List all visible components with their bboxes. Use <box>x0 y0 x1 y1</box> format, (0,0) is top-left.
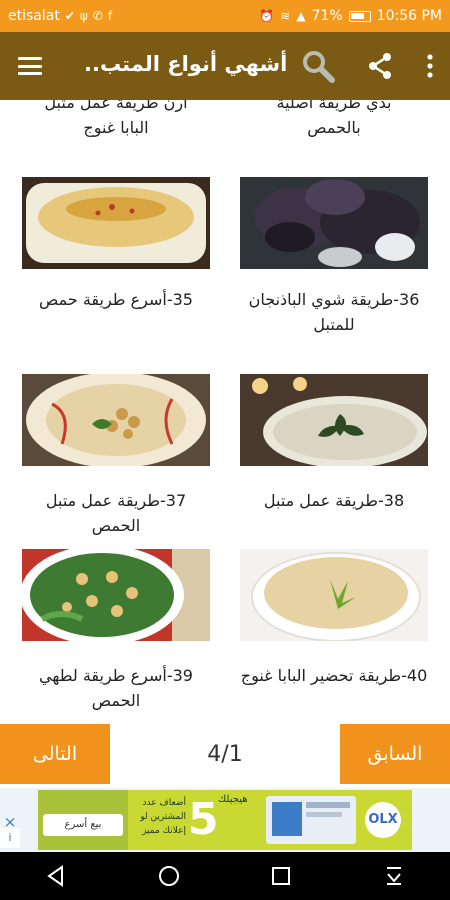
chickpea-mutabbal-image <box>22 374 210 466</box>
share-icon[interactable] <box>350 32 410 100</box>
page-title: أشهي أنواع المتب.. <box>84 52 288 76</box>
ad-line: إعلانك مميز <box>142 826 186 836</box>
next-button[interactable]: التالى <box>0 724 110 784</box>
previous-button[interactable]: السابق <box>340 724 450 784</box>
caption-line: أرن طريقة عمل متبل <box>44 100 188 112</box>
partial-caption-right[interactable]: بدي طريقة أصلية بالحمص <box>240 100 428 140</box>
back-icon[interactable] <box>26 852 86 900</box>
usb-icon: ψ <box>79 9 88 23</box>
recipe-grid: بدي طريقة أصلية بالحمص أرن طريقة عمل متب… <box>0 100 450 724</box>
recents-icon[interactable] <box>251 852 311 900</box>
wifi-icon: ≋ <box>280 9 291 23</box>
hamburger-menu-icon[interactable] <box>0 32 60 100</box>
hummus-plate-image <box>22 177 210 269</box>
page-indicator: 4/1 <box>207 741 243 767</box>
carrier-label: etisalat <box>8 8 60 24</box>
eggplant-image <box>240 177 428 269</box>
facebook-icon: f <box>107 9 113 23</box>
recipe-caption: 39-أسرع طريقة لطهي الحمص <box>39 666 193 710</box>
system-nav-bar <box>0 852 450 900</box>
signal-icon: ▲ <box>296 9 306 23</box>
home-icon[interactable] <box>139 852 199 900</box>
recipe-caption: 38-طريقة عمل متبل <box>263 491 405 510</box>
clock: 10:56 PM <box>376 8 442 24</box>
olx-logo: OLX <box>368 812 398 827</box>
battery-icon <box>348 10 371 22</box>
recipe-caption: 40-طريقة تحضير البابا غنوج <box>240 666 428 685</box>
chickpea-salad-image <box>22 549 210 641</box>
recipe-caption: 37-طريقة عمل متبل الحمص <box>45 491 187 535</box>
ad-line: المشترين لو <box>140 812 186 822</box>
ad-creative[interactable]: بيع أسرع أضعاف عدد المشترين لو إعلانك مم… <box>38 790 412 850</box>
info-icon[interactable]: i <box>0 828 20 848</box>
app-bar: أشهي أنواع المتب.. <box>0 32 450 100</box>
recipe-caption: 35-أسرع طريقة حمص <box>39 290 193 309</box>
ad-line: أضعاف عدد <box>142 798 186 808</box>
partial-caption-left[interactable]: أرن طريقة عمل متبل البابا غنوج <box>22 100 210 140</box>
status-bar: etisalat ✔ ψ ✆ f ⏰ ≋ ▲ 71% 10:56 PM <box>0 0 450 32</box>
recipe-caption: 36-طريقة شوي الباذنجان للمتبل <box>248 290 420 334</box>
notification-shade-icon[interactable] <box>364 852 424 900</box>
ad-cta-button[interactable]: بيع أسرع <box>43 814 123 836</box>
caption-line: البابا غنوج <box>83 118 149 137</box>
baba-ganoush-image <box>240 549 428 641</box>
caption-line: بدي طريقة أصلية <box>276 100 392 112</box>
caption-line: بالحمص <box>307 118 361 137</box>
pager: التالى 4/1 السابق <box>0 724 450 788</box>
battery-percent: 71% <box>311 8 343 24</box>
whatsapp-icon: ✆ <box>92 9 103 23</box>
shield-icon: ✔ <box>64 9 75 23</box>
ad-top-text: هيجيلك <box>218 794 248 805</box>
ad-number: 5 <box>188 794 219 845</box>
search-icon[interactable] <box>286 32 350 100</box>
ad-banner[interactable]: × i بيع أسرع أضعاف عدد المشترين لو إعلان… <box>0 788 450 852</box>
alarm-icon: ⏰ <box>259 9 275 23</box>
mutabbal-image <box>240 374 428 466</box>
ad-text: أضعاف عدد المشترين لو إعلانك مميز <box>132 796 186 838</box>
more-vert-icon[interactable] <box>410 32 450 100</box>
